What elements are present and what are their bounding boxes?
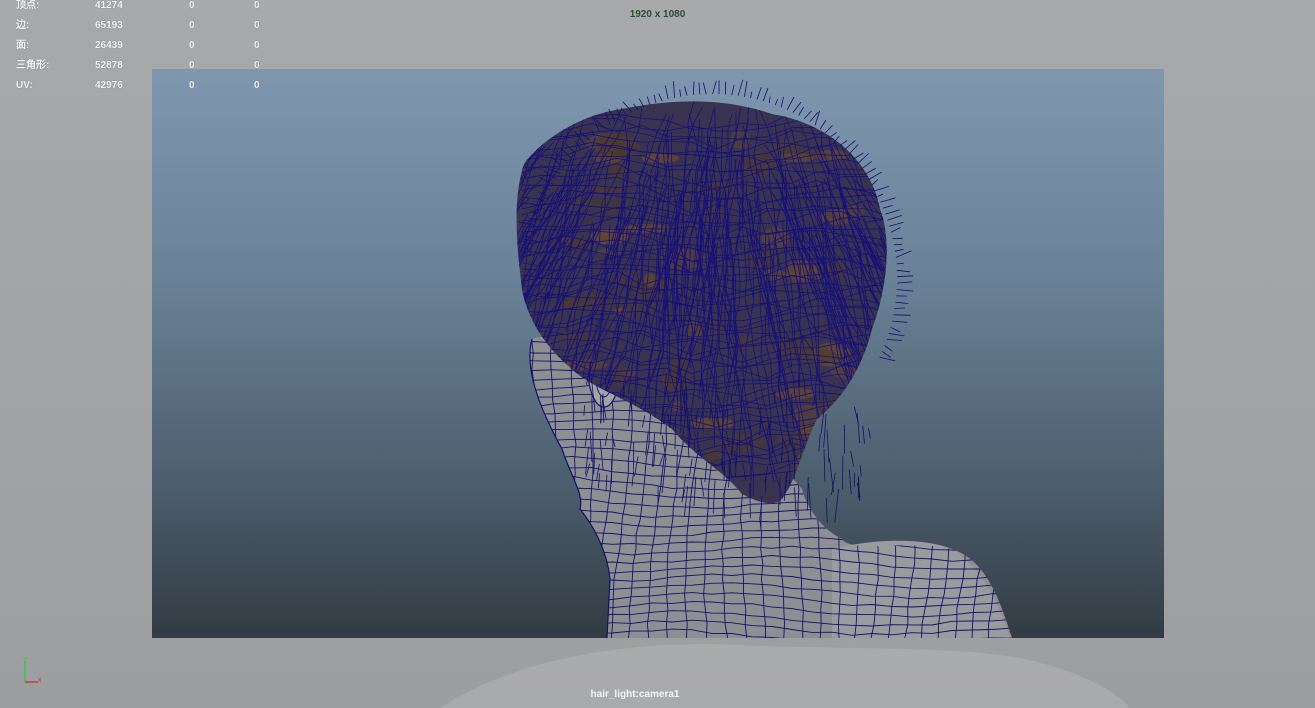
hud-value: 65193	[95, 20, 123, 31]
hud-selected-value: 0	[189, 60, 195, 71]
scene-view[interactable]	[152, 69, 1164, 638]
hud-label: 面:	[16, 40, 30, 51]
hud-selected-value: 0	[189, 80, 195, 91]
camera-name-label: hair_light:camera1	[590, 689, 680, 700]
hud-label: UV:	[16, 80, 33, 91]
svg-text:x: x	[38, 677, 42, 684]
resolution-label: 1920 x 1080	[629, 9, 686, 20]
hud-value: 26439	[95, 40, 123, 51]
hud-extra-value: 0	[254, 80, 260, 91]
hud-selected-value: 0	[189, 20, 195, 31]
hud-extra-value: 0	[254, 40, 260, 51]
hud-label: 三角形:	[16, 60, 50, 71]
hud-label: 边:	[16, 20, 30, 31]
svg-text:Y: Y	[23, 657, 28, 664]
axis-gizmo-icon: Y x	[23, 657, 42, 684]
hud-extra-value: 0	[254, 20, 260, 31]
hud-selected-value: 0	[189, 40, 195, 51]
hud-value: 42976	[95, 80, 123, 91]
hud-value: 52878	[95, 60, 123, 71]
hud-extra-value: 0	[254, 60, 260, 71]
resolution-gate[interactable]	[152, 69, 1164, 638]
